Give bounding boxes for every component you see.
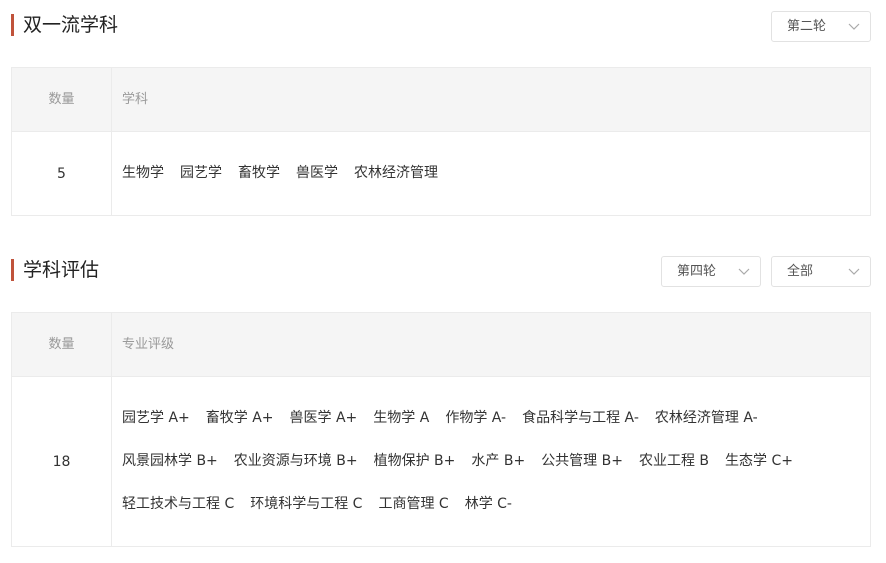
rating-tag: 生态学 C+ [725, 453, 794, 469]
subject-list: 生物学 园艺学 畜牧学 兽医学 农林经济管理 [122, 132, 860, 195]
discipline-evaluation-table: 数量 专业评级 18 园艺学 A+ 畜牧学 A+ 兽医学 A+ 生物学 A 作物学 A-… [11, 312, 871, 547]
rating-tag: 工商管理 C [378, 496, 449, 512]
section-header-double-first-class: 双一流学科 第二轮 [11, 6, 871, 46]
rating-row: 轻工技术与工程 C 环境科学与工程 C 工商管理 C 林学 C- [122, 483, 860, 526]
table-header: 数量 专业评级 [12, 313, 870, 377]
accent-bar [11, 259, 14, 281]
subject-tag: 生物学 [122, 165, 164, 181]
rating-tag: 林学 C- [464, 496, 512, 512]
section-title: 学科评估 [11, 259, 99, 281]
header-subjects: 学科 [122, 92, 149, 107]
rating-tag: 畜牧学 A+ [205, 410, 274, 426]
table-header: 数量 学科 [12, 68, 870, 132]
rating-tag: 作物学 A- [445, 410, 507, 426]
rating-row: 园艺学 A+ 畜牧学 A+ 兽医学 A+ 生物学 A 作物学 A- 食品科学与工程 A- 农… [122, 397, 860, 440]
chevron-down-icon [848, 23, 860, 30]
section-title-text: 双一流学科 [23, 14, 119, 36]
accent-bar [11, 14, 14, 36]
round-select-value: 第二轮 [787, 19, 827, 34]
table-row: 5 生物学 园艺学 畜牧学 兽医学 农林经济管理 [12, 132, 870, 215]
double-first-class-table: 数量 学科 5 生物学 园艺学 畜牧学 兽医学 农林经济管理 [11, 67, 871, 216]
rating-row: 风景园林学 B+ 农业资源与环境 B+ 植物保护 B+ 水产 B+ 公共管理 B+ 农业工… [122, 440, 860, 483]
chevron-down-icon [738, 268, 750, 275]
rating-tag: 植物保护 B+ [373, 453, 456, 469]
rating-tag: 农业资源与环境 B+ [233, 453, 358, 469]
rating-tag: 生物学 A [373, 410, 430, 426]
rating-tag: 农业工程 B [638, 453, 710, 469]
subject-tag: 畜牧学 [238, 165, 280, 181]
rating-tag: 农林经济管理 A- [654, 410, 758, 426]
round-select-dropdown[interactable]: 第四轮 [661, 256, 761, 287]
table-row: 18 园艺学 A+ 畜牧学 A+ 兽医学 A+ 生物学 A 作物学 A- 食品科学与工程 … [12, 377, 870, 546]
header-ratings: 专业评级 [122, 337, 175, 352]
rating-tag: 环境科学与工程 C [250, 496, 363, 512]
section-header-discipline-evaluation: 学科评估 第四轮 全部 [11, 251, 871, 291]
rating-tag: 公共管理 B+ [541, 453, 623, 469]
rating-tag: 水产 B+ [471, 453, 526, 469]
count-cell: 5 [12, 132, 112, 215]
rating-tag: 园艺学 A+ [122, 410, 190, 426]
header-count: 数量 [12, 68, 112, 131]
round-select-dropdown[interactable]: 第二轮 [771, 11, 871, 42]
section-title: 双一流学科 [11, 14, 118, 36]
scope-select-value: 全部 [787, 264, 814, 279]
subject-tag: 兽医学 [296, 165, 338, 181]
rating-list: 园艺学 A+ 畜牧学 A+ 兽医学 A+ 生物学 A 作物学 A- 食品科学与工程 A- 农… [122, 377, 860, 526]
rating-tag: 风景园林学 B+ [122, 453, 218, 469]
rating-tag: 轻工技术与工程 C [122, 496, 235, 512]
rating-tag: 兽医学 A+ [289, 410, 358, 426]
subject-row: 生物学 园艺学 畜牧学 兽医学 农林经济管理 [122, 152, 860, 195]
rating-tag: 食品科学与工程 A- [522, 410, 639, 426]
subject-tag: 农林经济管理 [354, 165, 438, 181]
subject-tag: 园艺学 [180, 165, 222, 181]
count-cell: 18 [12, 377, 112, 546]
header-count: 数量 [12, 313, 112, 376]
scope-select-dropdown[interactable]: 全部 [771, 256, 871, 287]
round-select-value: 第四轮 [677, 264, 717, 279]
section-title-text: 学科评估 [23, 259, 100, 281]
chevron-down-icon [848, 268, 860, 275]
